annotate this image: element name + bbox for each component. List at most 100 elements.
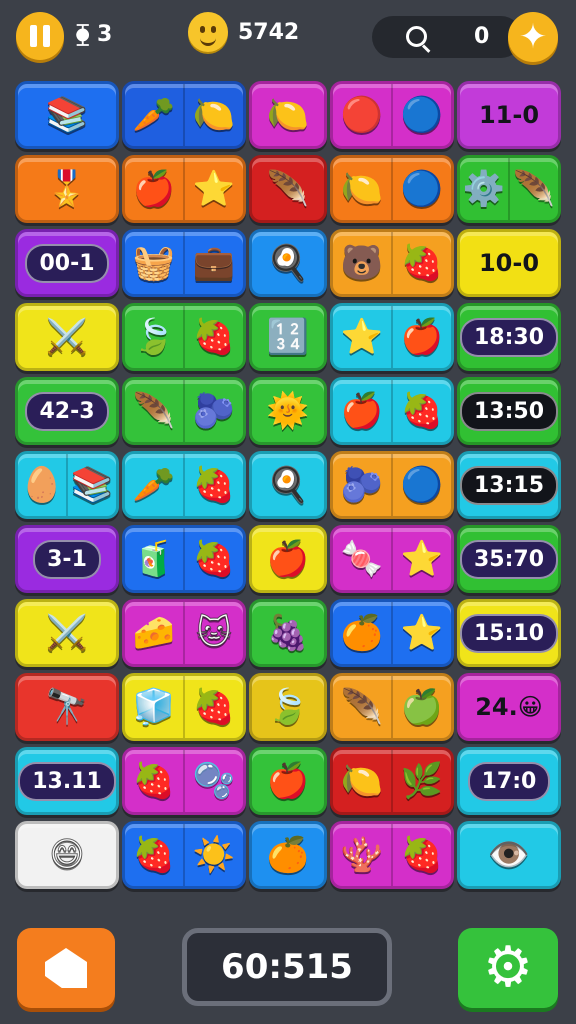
tile-r8-c5[interactable]: 15:10 — [457, 599, 561, 667]
tile-r1-c2[interactable]: 🥕 🍋 — [122, 81, 246, 149]
tile-r11-c4[interactable]: 🪸 🍓 — [330, 821, 454, 889]
tile-r4-c5[interactable]: 18:30 — [457, 303, 561, 371]
tile-number-label: 13:15 — [460, 465, 559, 505]
tile-item-icon: 🥕 — [132, 465, 176, 505]
tile-item-icon: 🫐 — [192, 391, 236, 431]
tile-r7-c1[interactable]: 3-1 — [15, 525, 119, 593]
tile-r1-c3[interactable]: 🍋 — [249, 81, 327, 149]
tile-r11-c2[interactable]: 🍓 ☀️ — [122, 821, 246, 889]
tile-r9-c3[interactable]: 🍃 — [249, 673, 327, 741]
smiley-icon — [188, 12, 228, 52]
tile-item-icon: 💼 — [192, 243, 236, 283]
tile-r8-c2[interactable]: 🧀 🐱 — [122, 599, 246, 667]
tile-r8-c1[interactable]: ⚔️ — [15, 599, 119, 667]
tile-r1-c1[interactable]: 📚 — [15, 81, 119, 149]
tile-r7-c4[interactable]: 🍬 ⭐ — [330, 525, 454, 593]
tile-r9-c1[interactable]: 🔭 — [15, 673, 119, 741]
settings-button[interactable]: ⚙ — [458, 928, 558, 1008]
tile-r9-c5[interactable]: 24.😀 — [457, 673, 561, 741]
tile-item-icon: 🍓 — [192, 687, 236, 727]
tile-item-icon: 🍎 — [266, 761, 310, 801]
tile-r1-c4[interactable]: 🔴 🔵 — [330, 81, 454, 149]
tile-item-icon: ⭐ — [192, 169, 236, 209]
tile-item-icon: ⭐ — [340, 317, 384, 357]
tile-item-icon: 😄 — [49, 835, 85, 875]
tile-r9-c2[interactable]: 🧊 🍓 — [122, 673, 246, 741]
tile-item-icon: 🫐 — [340, 465, 384, 505]
tile-item-icon: 🍇 — [266, 613, 310, 653]
tile-r3-c3[interactable]: 🍳 — [249, 229, 327, 297]
tile-item-icon: 🐱 — [196, 613, 232, 653]
tile-r10-c1[interactable]: 13.11 — [15, 747, 119, 815]
tile-item-icon: 🍎 — [340, 391, 384, 431]
tile-item-icon: 🌞 — [266, 391, 310, 431]
tile-item-icon: 🪶 — [132, 391, 176, 431]
tile-item-icon: 🍳 — [266, 465, 310, 505]
tile-r6-c4[interactable]: 🫐 🔵 — [330, 451, 454, 519]
tile-r5-c5[interactable]: 13:50 — [457, 377, 561, 445]
tile-r7-c2[interactable]: 🧃 🍓 — [122, 525, 246, 593]
tile-item-icon: 🎖️ — [45, 169, 89, 209]
tile-r6-c5[interactable]: 13:15 — [457, 451, 561, 519]
tile-r5-c4[interactable]: 🍎 🍓 — [330, 377, 454, 445]
tile-r5-c1[interactable]: 42-3 — [15, 377, 119, 445]
tile-r4-c3[interactable]: 🔢 — [249, 303, 327, 371]
tile-item-icon: ⚙️ — [462, 169, 506, 209]
timer-display: 60:515 — [182, 928, 392, 1006]
tile-r2-c5[interactable]: ⚙️ 🪶 — [457, 155, 561, 223]
tile-r11-c1[interactable]: 😄 — [15, 821, 119, 889]
tile-r7-c5[interactable]: 35:70 — [457, 525, 561, 593]
tile-r10-c2[interactable]: 🍓 🫧 — [122, 747, 246, 815]
tile-r4-c4[interactable]: ⭐ 🍎 — [330, 303, 454, 371]
tile-item-icon: 🍓 — [400, 835, 444, 875]
tile-r4-c2[interactable]: 🍃 🍓 — [122, 303, 246, 371]
tile-item-icon: 🧊 — [132, 687, 176, 727]
tile-r8-c4[interactable]: 🍊 ⭐ — [330, 599, 454, 667]
level-label: ⧳ 3 — [76, 22, 113, 47]
search-icon[interactable] — [406, 26, 427, 47]
tile-item-icon: 🍋 — [340, 169, 384, 209]
tile-item-icon: 🍏 — [400, 687, 444, 727]
tile-r10-c5[interactable]: 17:0 — [457, 747, 561, 815]
tile-item-icon: 🍓 — [192, 317, 236, 357]
tile-item-icon: 🔵 — [400, 465, 444, 505]
tile-r5-c3[interactable]: 🌞 — [249, 377, 327, 445]
hint-button[interactable] — [17, 928, 115, 1008]
tile-r11-c3[interactable]: 🍊 — [249, 821, 327, 889]
tile-item-icon: 🍓 — [192, 539, 236, 579]
home-arrow-icon — [45, 948, 87, 988]
tile-r2-c2[interactable]: 🍎 ⭐ — [122, 155, 246, 223]
tile-item-icon: ⭐ — [400, 539, 444, 579]
tile-item-icon: 🍃 — [132, 317, 176, 357]
star-button[interactable]: ✦ — [508, 12, 558, 62]
tile-r6-c3[interactable]: 🍳 — [249, 451, 327, 519]
tile-r5-c2[interactable]: 🪶 🫐 — [122, 377, 246, 445]
tile-item-icon: ⭐ — [400, 613, 444, 653]
tile-r8-c3[interactable]: 🍇 — [249, 599, 327, 667]
tile-r2-c4[interactable]: 🍋 🔵 — [330, 155, 454, 223]
tile-r11-c5[interactable]: 👁️ — [457, 821, 561, 889]
search-pill[interactable] — [372, 16, 522, 58]
tile-r10-c3[interactable]: 🍎 — [249, 747, 327, 815]
tile-r3-c4[interactable]: 🐻 🍓 — [330, 229, 454, 297]
tile-r9-c4[interactable]: 🪶 🍏 — [330, 673, 454, 741]
tile-number-label: 13:50 — [460, 391, 559, 431]
tile-r10-c4[interactable]: 🍋 🌿 — [330, 747, 454, 815]
tile-r3-c2[interactable]: 🧺 💼 — [122, 229, 246, 297]
tile-r6-c1[interactable]: 🥚 📚 — [15, 451, 119, 519]
tile-number-label: 18:30 — [460, 317, 559, 357]
tile-number-label: 24.😀 — [475, 693, 543, 721]
tile-r1-c5[interactable]: 11-0 — [457, 81, 561, 149]
pause-button[interactable] — [16, 12, 64, 60]
tile-r4-c1[interactable]: ⚔️ — [15, 303, 119, 371]
tile-r3-c5[interactable]: 10-0 — [457, 229, 561, 297]
tile-r3-c1[interactable]: 00-1 — [15, 229, 119, 297]
tile-r2-c3[interactable]: 🪶 — [249, 155, 327, 223]
tile-item-icon: 🍓 — [400, 391, 444, 431]
tile-item-icon: 🍎 — [400, 317, 444, 357]
tile-r6-c2[interactable]: 🥕 🍓 — [122, 451, 246, 519]
tile-r2-c1[interactable]: 🎖️ — [15, 155, 119, 223]
tile-r7-c3[interactable]: 🍎 — [249, 525, 327, 593]
tile-item-icon: 🫧 — [192, 761, 236, 801]
tile-item-icon: 🔵 — [400, 169, 444, 209]
